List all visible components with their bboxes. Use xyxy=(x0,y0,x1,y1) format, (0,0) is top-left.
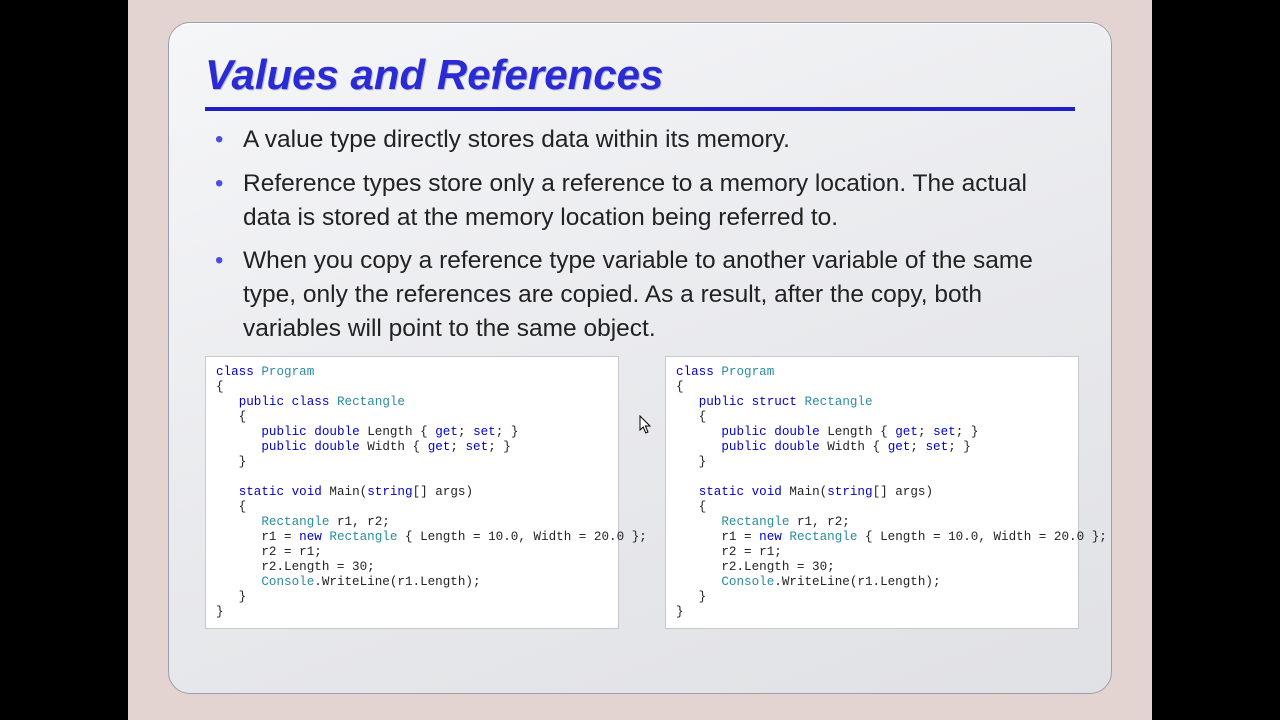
kw-void: void xyxy=(292,485,322,499)
bullet-item: Reference types store only a reference t… xyxy=(205,167,1075,235)
type-rect: Rectangle xyxy=(789,530,857,544)
kw-double: double xyxy=(314,425,359,439)
kw-public: public xyxy=(239,395,284,409)
kw-get: get xyxy=(435,425,458,439)
kw-public: public xyxy=(721,425,766,439)
assign-line: r2.Length = 30; xyxy=(261,560,374,574)
title-rule xyxy=(205,107,1075,111)
bullet-item: When you copy a reference type variable … xyxy=(205,244,1075,345)
type-rect: Rectangle xyxy=(805,395,873,409)
prop-length: Length xyxy=(367,425,412,439)
kw-string: string xyxy=(827,485,872,499)
type-console: Console xyxy=(721,575,774,589)
type-rect: Rectangle xyxy=(329,530,397,544)
kw-void: void xyxy=(752,485,782,499)
kw-set: set xyxy=(466,440,489,454)
code-box-class: class Program { public class Rectangle {… xyxy=(205,356,619,629)
slide: Values and References A value type direc… xyxy=(168,22,1112,694)
assign-line: r2.Length = 30; xyxy=(721,560,834,574)
kw-get: get xyxy=(888,440,911,454)
prop-width: Width xyxy=(827,440,865,454)
initializer: { Length = 10.0, Width = 20.0 } xyxy=(865,530,1099,544)
kw-public: public xyxy=(261,440,306,454)
kw-declkind: class xyxy=(292,395,330,409)
initializer: { Length = 10.0, Width = 20.0 } xyxy=(405,530,639,544)
kw-public: public xyxy=(721,440,766,454)
kw-static: static xyxy=(239,485,284,499)
type-rect: Rectangle xyxy=(721,515,789,529)
type-console: Console xyxy=(261,575,314,589)
kw-double: double xyxy=(314,440,359,454)
kw-new: new xyxy=(759,530,782,544)
kw-double: double xyxy=(774,425,819,439)
call-line: .WriteLine(r1.Length); xyxy=(314,575,480,589)
bullet-list: A value type directly stores data within… xyxy=(205,123,1075,346)
kw-declkind: struct xyxy=(752,395,797,409)
fn-main: Main xyxy=(329,485,359,499)
kw-string: string xyxy=(367,485,412,499)
type-program: Program xyxy=(261,365,314,379)
kw-get: get xyxy=(895,425,918,439)
fn-main: Main xyxy=(789,485,819,499)
call-line: .WriteLine(r1.Length); xyxy=(774,575,940,589)
prop-width: Width xyxy=(367,440,405,454)
kw-set: set xyxy=(926,440,949,454)
kw-static: static xyxy=(699,485,744,499)
type-rect: Rectangle xyxy=(261,515,329,529)
stage: Values and References A value type direc… xyxy=(128,0,1152,720)
slide-title: Values and References xyxy=(205,51,1075,105)
kw-set: set xyxy=(933,425,956,439)
kw-new: new xyxy=(299,530,322,544)
kw-public: public xyxy=(699,395,744,409)
kw-double: double xyxy=(774,440,819,454)
type-rect: Rectangle xyxy=(337,395,405,409)
kw-set: set xyxy=(473,425,496,439)
type-program: Program xyxy=(721,365,774,379)
kw-get: get xyxy=(428,440,451,454)
param-args: args xyxy=(435,485,465,499)
kw-public: public xyxy=(261,425,306,439)
bullet-item: A value type directly stores data within… xyxy=(205,123,1075,157)
prop-length: Length xyxy=(827,425,872,439)
param-args: args xyxy=(895,485,925,499)
kw-class: class xyxy=(216,365,254,379)
code-row: class Program { public class Rectangle {… xyxy=(205,356,1075,629)
code-box-struct: class Program { public struct Rectangle … xyxy=(665,356,1079,629)
kw-class: class xyxy=(676,365,714,379)
